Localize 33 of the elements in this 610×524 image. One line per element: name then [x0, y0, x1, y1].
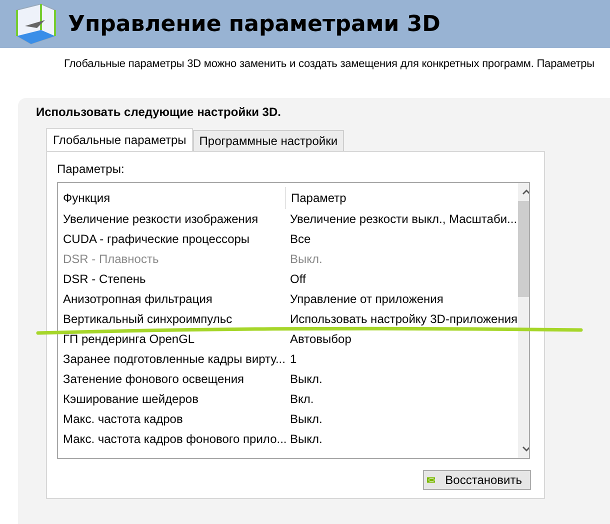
description-text: Глобальные параметры 3D можно заменить и создать замещения для конкретных программ. Параметры — [63, 57, 596, 72]
feature-cell[interactable]: Анизотропная фильтрация — [58, 292, 285, 306]
value-cell[interactable]: Off — [285, 272, 306, 286]
value-cell[interactable]: Все — [285, 232, 311, 246]
feature-cell[interactable]: CUDA - графические процессоры — [58, 232, 285, 246]
feature-cell[interactable]: DSR - Степень — [58, 272, 285, 286]
feature-cell[interactable]: Кэширование шейдеров — [58, 392, 285, 406]
page-title: Управление параметрами 3D — [68, 12, 440, 36]
value-cell[interactable]: Использовать настройку 3D-приложения — [285, 312, 518, 326]
feature-cell[interactable]: Макс. частота кадров фонового прило... — [58, 432, 285, 446]
feature-cell[interactable]: Увеличение резкости изображения — [58, 212, 285, 226]
tab[interactable]: Программные настройки — [193, 130, 344, 151]
column-header[interactable]: Параметр — [285, 187, 346, 209]
value-cell[interactable]: Управление от приложения — [285, 292, 444, 306]
tab[interactable]: Глобальные параметры — [46, 128, 194, 151]
scroll-up-icon[interactable] — [522, 189, 529, 195]
value-cell[interactable]: Выкл. — [285, 412, 322, 426]
value-cell[interactable]: Выкл. — [285, 432, 322, 446]
panel-heading: Использовать следующие настройки 3D. — [36, 105, 282, 119]
scroll-down-icon[interactable] — [522, 446, 529, 452]
feature-cell[interactable]: Заранее подготовленные кадры вирту... — [58, 352, 285, 366]
feature-cell[interactable]: ГП рендеринга OpenGL — [58, 332, 285, 346]
value-cell[interactable]: Автовыбор — [285, 332, 352, 346]
value-cell[interactable]: 1 — [285, 352, 297, 366]
feature-cell[interactable]: Вертикальный синхроимпульс — [58, 312, 285, 326]
feature-cell[interactable]: Затенение фонового освещения — [58, 372, 285, 386]
value-cell[interactable]: Выкл. — [285, 372, 322, 386]
value-cell[interactable]: Увеличение резкости выкл., Масштаби... — [285, 212, 518, 226]
column-header[interactable]: Функция — [58, 191, 285, 205]
restore-button[interactable]: Восстановить — [423, 470, 531, 490]
list-label: Параметры: — [57, 162, 126, 176]
feature-cell[interactable]: Макс. частота кадров — [58, 412, 285, 426]
value-cell[interactable]: Вкл. — [285, 392, 314, 406]
